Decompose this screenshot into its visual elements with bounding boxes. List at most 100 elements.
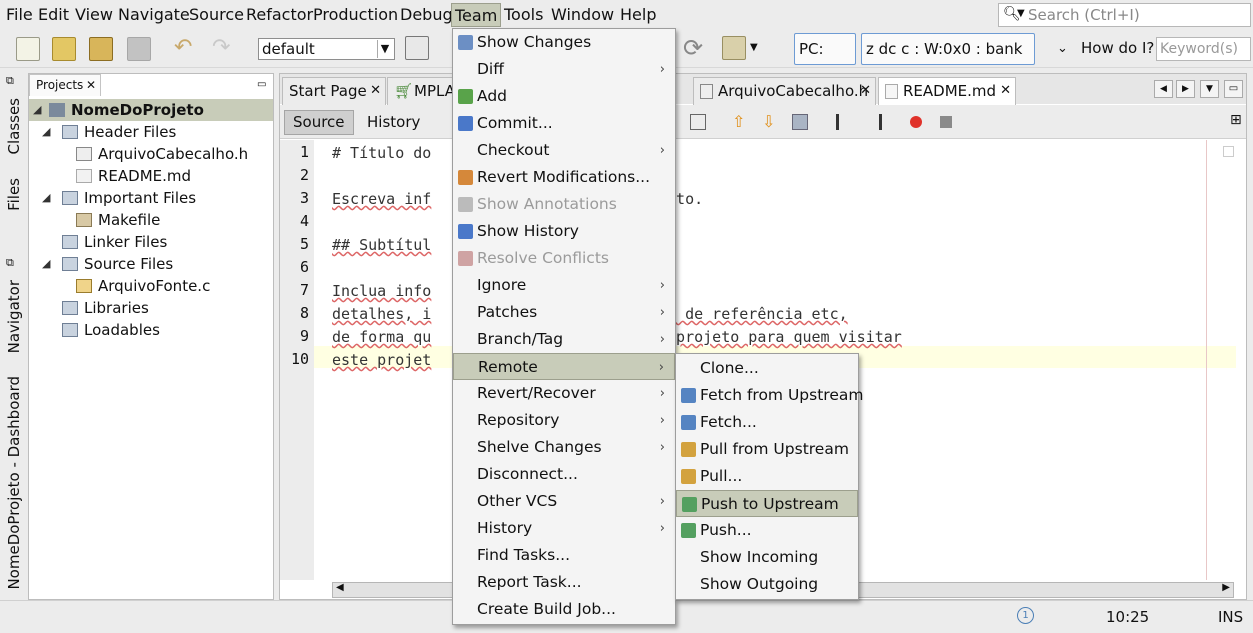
team-menu-item-show-changes[interactable]: Show Changes: [453, 29, 675, 56]
collapse-icon[interactable]: ◢: [33, 99, 41, 121]
scroll-tabs-left-icon[interactable]: ◀: [1154, 80, 1173, 98]
team-menu-item-remote[interactable]: Remote ›: [453, 353, 675, 380]
close-icon[interactable]: ✕: [86, 75, 96, 95]
toggle-bookmark-icon[interactable]: [792, 114, 808, 130]
close-icon[interactable]: ✕: [370, 78, 381, 104]
tree-folder-important-files[interactable]: ◢ Important Files: [42, 187, 196, 209]
save-icon[interactable]: [127, 37, 151, 61]
new-file-icon[interactable]: [16, 37, 40, 61]
tab-readme[interactable]: README.md ✕: [878, 77, 1016, 105]
remote-menu-item-clone[interactable]: Clone...: [676, 355, 858, 382]
close-icon[interactable]: ✕: [1000, 78, 1011, 104]
menu-navigate[interactable]: Navigate: [115, 3, 193, 27]
tree-folder-libraries[interactable]: Libraries: [62, 297, 149, 319]
search-dropdown-icon[interactable]: ▼: [1017, 8, 1025, 19]
menu-view[interactable]: View: [72, 3, 116, 27]
tab-list-icon[interactable]: ▼: [1200, 80, 1219, 98]
split-icon[interactable]: ⊞: [1230, 112, 1242, 128]
team-menu-item-report-task[interactable]: Report Task...: [453, 569, 675, 596]
navigator-tab[interactable]: Navigator: [5, 280, 23, 353]
classes-tab[interactable]: Classes: [5, 98, 23, 155]
restore-icon[interactable]: ⧉: [6, 256, 14, 270]
next-bookmark-icon[interactable]: ⇩: [762, 112, 775, 131]
team-menu-item-diff[interactable]: Diff ›: [453, 56, 675, 83]
keyword-input[interactable]: Keyword(s): [1156, 37, 1251, 61]
remote-menu-item-push[interactable]: Push...: [676, 517, 858, 544]
team-menu-item-show-history[interactable]: Show History: [453, 218, 675, 245]
new-project-icon[interactable]: [52, 37, 76, 61]
history-button[interactable]: History: [358, 110, 429, 135]
team-menu-item-repository[interactable]: Repository ›: [453, 407, 675, 434]
redo-icon[interactable]: ↷: [212, 37, 236, 61]
tree-folder-header-files[interactable]: ◢ Header Files: [42, 121, 176, 143]
team-menu-item-commit[interactable]: Commit...: [453, 110, 675, 137]
prev-bookmark-icon[interactable]: ⇧: [732, 112, 745, 131]
menu-production[interactable]: Production: [310, 3, 401, 27]
remote-menu-item-pull-from-upstream[interactable]: Pull from Upstream: [676, 436, 858, 463]
team-menu-item-create-build-job[interactable]: Create Build Job...: [453, 596, 675, 623]
menu-source[interactable]: Source: [186, 3, 247, 27]
open-project-icon[interactable]: [89, 37, 113, 61]
collapse-icon[interactable]: ◢: [42, 253, 50, 275]
tree-file-readme[interactable]: README.md: [76, 165, 191, 187]
menu-debug[interactable]: Debug: [397, 3, 456, 27]
menu-window[interactable]: Window: [548, 3, 617, 27]
team-menu-item-branch-tag[interactable]: Branch/Tag ›: [453, 326, 675, 353]
scroll-right-icon[interactable]: ▶: [1222, 582, 1230, 593]
record-macro-icon[interactable]: [910, 116, 922, 128]
minimize-icon[interactable]: ▭: [257, 79, 266, 90]
search-input[interactable]: 🔍︎ ▼ Search (Ctrl+I): [998, 3, 1251, 27]
refresh-icon[interactable]: ⟳: [683, 36, 707, 60]
tree-folder-linker-files[interactable]: Linker Files: [62, 231, 167, 253]
team-menu-item-checkout[interactable]: Checkout ›: [453, 137, 675, 164]
tree-file-arquivofonte[interactable]: ArquivoFonte.c: [76, 275, 210, 297]
team-menu-item-other-vcs[interactable]: Other VCS ›: [453, 488, 675, 515]
scroll-tabs-right-icon[interactable]: ▶: [1176, 80, 1195, 98]
tree-file-makefile[interactable]: Makefile: [76, 209, 160, 231]
tree-folder-loadables[interactable]: Loadables: [62, 319, 160, 341]
restore-icon[interactable]: ⧉: [6, 74, 14, 88]
projects-tab[interactable]: Projects ✕: [29, 74, 101, 96]
configuration-select[interactable]: default ▼: [258, 38, 395, 60]
src-check-icon[interactable]: [405, 36, 429, 60]
tab-start-page[interactable]: Start Page ✕: [282, 77, 386, 105]
remote-menu-item-pull[interactable]: Pull...: [676, 463, 858, 490]
tab-mpla[interactable]: 🛒︎ MPLA: [387, 77, 457, 105]
menu-tools[interactable]: Tools: [501, 3, 546, 27]
team-menu-item-disconnect[interactable]: Disconnect...: [453, 461, 675, 488]
team-menu-item-find-tasks[interactable]: Find Tasks...: [453, 542, 675, 569]
remote-menu-item-push-to-upstream[interactable]: Push to Upstream: [676, 490, 858, 517]
remote-menu-item-show-incoming[interactable]: Show Incoming: [676, 544, 858, 571]
remote-menu-item-fetch[interactable]: Fetch...: [676, 409, 858, 436]
undo-icon[interactable]: ↶: [174, 37, 198, 61]
notifications-icon[interactable]: 1: [1017, 607, 1034, 624]
select-icon[interactable]: [690, 114, 706, 130]
tab-arquivocabecalho[interactable]: ArquivoCabecalho.h ✕: [693, 77, 876, 105]
team-menu-item-add[interactable]: Add: [453, 83, 675, 110]
dashboard-tab[interactable]: NomeDoProjeto - Dashboard: [5, 376, 23, 590]
remote-menu-item-show-outgoing[interactable]: Show Outgoing: [676, 571, 858, 598]
tree-file-arquivocabecalho[interactable]: ArquivoCabecalho.h: [76, 143, 248, 165]
source-button[interactable]: Source: [284, 110, 354, 135]
menu-refactor[interactable]: Refactor: [243, 3, 316, 27]
toolbar-overflow-icon[interactable]: ⌄: [1057, 41, 1068, 56]
chevron-down-icon[interactable]: ▼: [750, 42, 758, 53]
close-icon[interactable]: ✕: [860, 78, 871, 104]
scroll-left-icon[interactable]: ◀: [336, 582, 344, 593]
team-menu-item-history[interactable]: History ›: [453, 515, 675, 542]
menu-edit[interactable]: Edit: [35, 3, 72, 27]
team-menu-item-shelve-changes[interactable]: Shelve Changes ›: [453, 434, 675, 461]
collapse-icon[interactable]: ◢: [42, 187, 50, 209]
collapse-icon[interactable]: ◢: [42, 121, 50, 143]
remote-menu-item-fetch-from-upstream[interactable]: Fetch from Upstream: [676, 382, 863, 409]
shift-right-icon[interactable]: [866, 114, 882, 130]
files-tab[interactable]: Files: [5, 178, 23, 211]
tree-folder-source-files[interactable]: ◢ Source Files: [42, 253, 173, 275]
stop-macro-icon[interactable]: [940, 116, 952, 128]
tree-root-project[interactable]: ◢ NomeDoProjeto: [29, 99, 273, 121]
menu-file[interactable]: File: [3, 3, 36, 27]
team-menu-item-revert-recover[interactable]: Revert/Recover ›: [453, 380, 675, 407]
menu-team[interactable]: Team: [451, 3, 502, 27]
shift-left-icon[interactable]: [836, 114, 852, 130]
team-menu-item-ignore[interactable]: Ignore ›: [453, 272, 675, 299]
